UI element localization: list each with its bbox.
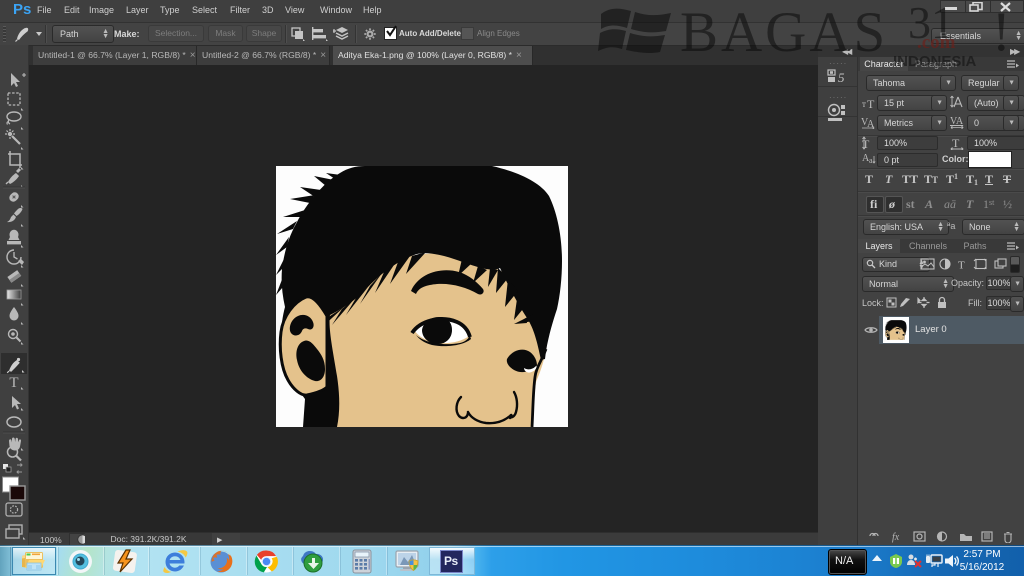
svg-text:5: 5 <box>838 70 845 85</box>
svg-text:VA: VA <box>950 116 964 127</box>
svg-text:T: T <box>9 375 18 391</box>
svg-text:a: a <box>869 156 873 165</box>
svg-text:T: T <box>867 97 875 109</box>
svg-text:ᴛ: ᴛ <box>862 99 866 109</box>
svg-text:fx: fx <box>892 532 900 543</box>
svg-text:T: T <box>952 136 960 150</box>
svg-text:T: T <box>958 260 965 271</box>
